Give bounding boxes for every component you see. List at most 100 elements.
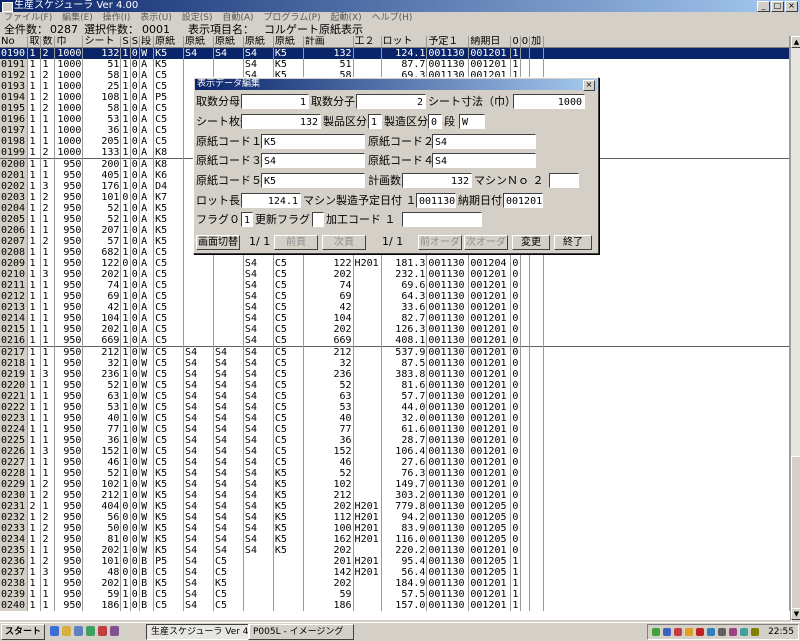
table-row[interactable]: 0235 1 1 950 202 1 0 W K5 S4 S4 S4 K5 202 220.2 001130 0… [0,545,790,556]
table-row[interactable]: 0226 1 3 950 152 1 0 W C5 S4 S4 S4 C5 152 106.4 001130 0… [0,446,790,457]
genshi3-field[interactable]: S4 [261,153,365,168]
bunshi-field[interactable]: 2 [356,94,426,109]
tray-icon[interactable] [751,628,759,636]
table-row[interactable]: 0239 1 1 950 59 1 0 B C5 S4 C5 59 57.5 001130 001201 1 [0,589,790,600]
folder-icon[interactable] [62,626,71,636]
exit-button[interactable]: 終了 [554,235,592,250]
tray-icon[interactable] [685,628,693,636]
column-header[interactable]: 予定１ [426,36,470,48]
table-row[interactable]: 0210 1 3 950 202 1 0 A C5 S4 C5 202 232.1 001130 00120… [0,269,790,280]
table-row[interactable]: 0220 1 1 950 52 1 0 W C5 S4 S4 S4 C5 52 81.6 001130 0012… [0,380,790,391]
genshi4-field[interactable]: S4 [432,153,536,168]
column-header[interactable]: 取 [27,36,42,48]
minimize-button[interactable]: _ [757,1,770,12]
menu-program[interactable]: プログラム(P) [263,13,320,23]
table-row[interactable]: 0216 1 1 950 669 1 0 A C5 S4 C5 669 408.1 001130 00120… [0,335,790,347]
column-header[interactable]: シート [82,36,122,48]
table-row[interactable]: 0223 1 1 950 40 1 0 W C5 S4 S4 S4 C5 40 32.0 001130 0012… [0,413,790,424]
table-row[interactable]: 0221 1 1 950 63 1 0 W C5 S4 S4 S4 C5 63 57.7 001130 0012… [0,391,790,402]
column-header[interactable]: 原紙 [183,36,214,48]
column-header[interactable]: No [0,36,29,48]
app-shortcut-icon[interactable] [86,626,95,636]
prev-page-button[interactable]: 前頁 [274,235,318,250]
next-order-button[interactable]: 次オーダ [464,235,508,250]
table-row[interactable]: 0230 1 2 950 212 1 0 W K5 S4 S4 S4 K5 212 303.2 001130 0… [0,490,790,501]
tray-icon[interactable] [707,628,715,636]
tray-icon[interactable] [652,628,660,636]
column-header[interactable]: 0 [510,36,521,48]
table-row[interactable]: 0224 1 1 950 77 1 0 W C5 S4 S4 S4 C5 77 61.6 001130 0012… [0,424,790,435]
table-row[interactable]: 0236 1 2 950 101 0 0 B P5 S4 C5 201 H201 95.4 001130 00… [0,556,790,567]
table-row[interactable]: 0217 1 1 950 212 1 0 W C5 S4 S4 S4 C5 212 537.9 001130 0… [0,346,790,358]
column-header[interactable]: 原紙 [273,36,304,48]
menu-edit[interactable]: 編集(E) [62,13,93,23]
desktop-icon[interactable] [74,626,83,636]
column-header[interactable]: 原紙 [153,36,185,48]
menu-help[interactable]: ヘルプ(H) [372,13,413,23]
column-header[interactable]: 納期日 [468,36,512,48]
column-header[interactable]: 原紙 [243,36,274,48]
table-row[interactable]: 0215 1 1 950 202 1 0 A C5 S4 C5 202 126.3 001130 00120… [0,324,790,335]
machine-date-field[interactable]: 001130 [416,193,456,208]
scroll-down-arrow-icon[interactable]: ▼ [791,608,800,620]
menu-auto[interactable]: 自動(A) [222,13,253,23]
due-date-field[interactable]: 001201 [503,193,543,208]
task-scheduler[interactable]: 生産スケジューラ Ver 4... [146,624,250,640]
ie-icon[interactable] [50,626,59,636]
lot-length-field[interactable]: 124.1 [241,193,301,208]
table-row[interactable]: 0213 1 1 950 42 1 0 A C5 S4 C5 42 33.6 001130 001201 0 [0,302,790,313]
vertical-scrollbar[interactable]: ▲ ▼ [790,36,800,628]
menu-launch[interactable]: 起動(X) [330,13,361,23]
column-header[interactable]: 加 [529,36,545,48]
table-row[interactable]: 0222 1 1 950 53 1 0 W C5 S4 S4 S4 C5 53 44.0 001130 0012… [0,402,790,413]
genshi2-field[interactable]: S4 [432,134,536,149]
sheet-size-field[interactable]: 1000 [513,94,585,109]
product-kbn-field[interactable]: 1 [368,114,382,129]
genshi5-field[interactable]: K5 [261,173,365,188]
maximize-button[interactable]: □ [771,1,784,12]
start-button[interactable]: スタート [1,624,45,640]
column-header[interactable]: 計画 [303,36,354,48]
tray-icon[interactable] [729,628,737,636]
table-row[interactable]: 0240 1 1 950 186 1 0 B C5 S4 C5 186 157.0 001130 00120… [0,600,790,611]
app-shortcut-icon[interactable] [110,626,119,636]
table-row[interactable]: 0219 1 3 950 236 1 0 W C5 S4 S4 S4 C5 236 383.8 001130 0… [0,369,790,380]
bunbo-field[interactable]: 1 [241,94,309,109]
table-row[interactable]: 0227 1 1 950 46 1 0 W C5 S4 S4 S4 C5 46 27.6 001130 0012… [0,457,790,468]
tray-icon[interactable] [674,628,682,636]
table-row[interactable]: 0211 1 1 950 74 1 0 A C5 S4 C5 74 69.6 001130 001201 0 [0,280,790,291]
column-header[interactable]: 巾 [54,36,84,48]
table-row[interactable]: 0234 1 2 950 81 0 0 W K5 S4 S4 S4 K5 162 H201 116.0 0011… [0,534,790,545]
mfg-kbn-field[interactable]: 0 [428,114,442,129]
table-row[interactable]: 0232 1 2 950 56 0 0 W K5 S4 S4 S4 K5 112 H201 94.2 00113… [0,512,790,523]
change-button[interactable]: 変更 [512,235,550,250]
tray-icon[interactable] [696,628,704,636]
close-button[interactable]: × [785,1,798,12]
tray-icon[interactable] [663,628,671,636]
task-imaging[interactable]: P005L - イメージング [248,624,354,640]
column-header[interactable]: ロット [381,36,428,48]
column-header[interactable]: 0 [520,36,531,48]
prev-order-button[interactable]: 前オーダ [418,235,462,250]
table-row[interactable]: 0238 1 1 950 202 1 0 B K5 S4 K5 202 184.9 001130 00120… [0,578,790,589]
scroll-thumb[interactable] [791,456,800,628]
scroll-up-arrow-icon[interactable]: ▲ [791,36,800,48]
dan-field[interactable]: W [459,114,485,129]
proc-code-field[interactable] [402,212,482,227]
app-shortcut-icon[interactable] [98,626,107,636]
genshi1-field[interactable]: K5 [261,134,365,149]
table-row[interactable]: 0225 1 1 950 36 1 0 W C5 S4 S4 S4 C5 36 28.7 001130 0012… [0,435,790,446]
column-header[interactable]: S [130,36,141,48]
menu-settings[interactable]: 設定(S) [182,13,213,23]
sheet-count-field[interactable]: 132 [241,114,321,129]
column-header[interactable]: 段 [139,36,155,48]
flag0-field[interactable]: 1 [241,212,253,227]
switch-screen-button[interactable]: 画面切替 [196,235,240,250]
table-row[interactable]: 0237 1 3 950 48 0 0 B C5 S4 C5 142 H201 56.4 001130 001… [0,567,790,578]
column-header[interactable]: S [120,36,131,48]
table-row[interactable]: 0228 1 1 950 52 1 0 W K5 S4 S4 S4 K5 52 76.3 001130 0012… [0,468,790,479]
column-header[interactable]: 原紙 [213,36,244,48]
table-row[interactable]: 0209 1 1 950 122 0 0 A C5 S4 C5 122 H201 181.3 001130 0… [0,258,790,269]
table-row[interactable]: 0218 1 1 950 32 1 0 W C5 S4 S4 S4 C5 32 87.5 001130 0012… [0,358,790,369]
column-header[interactable]: 工２ [353,36,382,48]
